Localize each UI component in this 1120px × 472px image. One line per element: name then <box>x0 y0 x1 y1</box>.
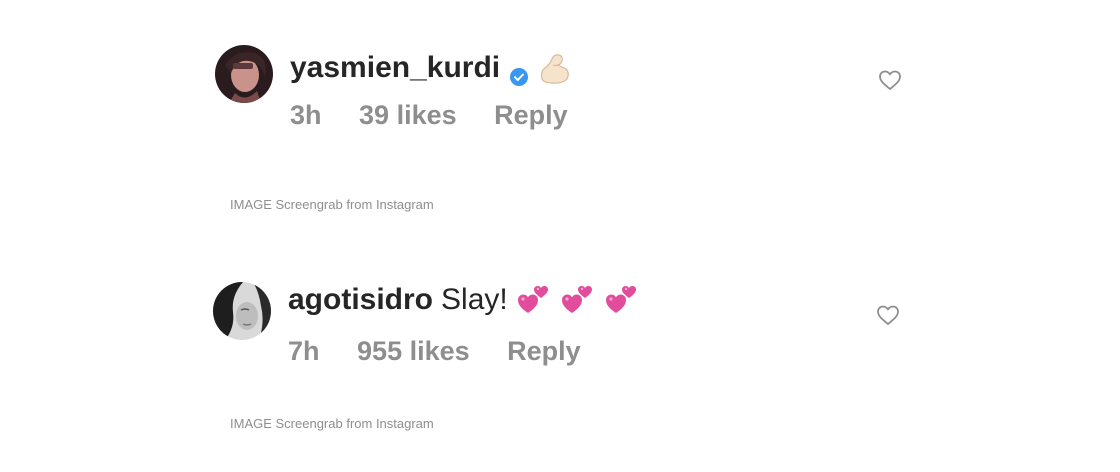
comment-time: 3h <box>290 100 322 130</box>
verified-badge-icon <box>510 59 529 86</box>
reply-button[interactable]: Reply <box>494 100 568 130</box>
comment-time: 7h <box>288 336 320 366</box>
likes-count[interactable]: 955 likes <box>357 336 470 366</box>
two-hearts-emoji-icon <box>516 283 552 317</box>
comment-line: yasmien_kurdi <box>290 49 574 87</box>
avatar[interactable] <box>215 45 273 103</box>
image-caption: IMAGE Screengrab from Instagram <box>230 416 434 431</box>
avatar[interactable] <box>213 282 271 340</box>
flexed-biceps-emoji-icon <box>536 49 574 87</box>
comment-meta: 7h 955 likes Reply <box>288 336 611 367</box>
username[interactable]: yasmien_kurdi <box>290 50 500 86</box>
like-heart-icon[interactable] <box>878 69 902 91</box>
comment-text: Slay! <box>441 283 508 316</box>
username[interactable]: agotisidro <box>288 282 433 318</box>
like-heart-icon[interactable] <box>876 304 900 326</box>
reply-button[interactable]: Reply <box>507 336 581 366</box>
two-hearts-emoji-icon <box>560 283 596 317</box>
likes-count[interactable]: 39 likes <box>359 100 457 130</box>
comment-line: agotisidro Slay! <box>288 282 640 318</box>
comment-meta: 3h 39 likes Reply <box>290 100 598 131</box>
two-hearts-emoji-icon <box>604 283 640 317</box>
image-caption: IMAGE Screengrab from Instagram <box>230 197 434 212</box>
